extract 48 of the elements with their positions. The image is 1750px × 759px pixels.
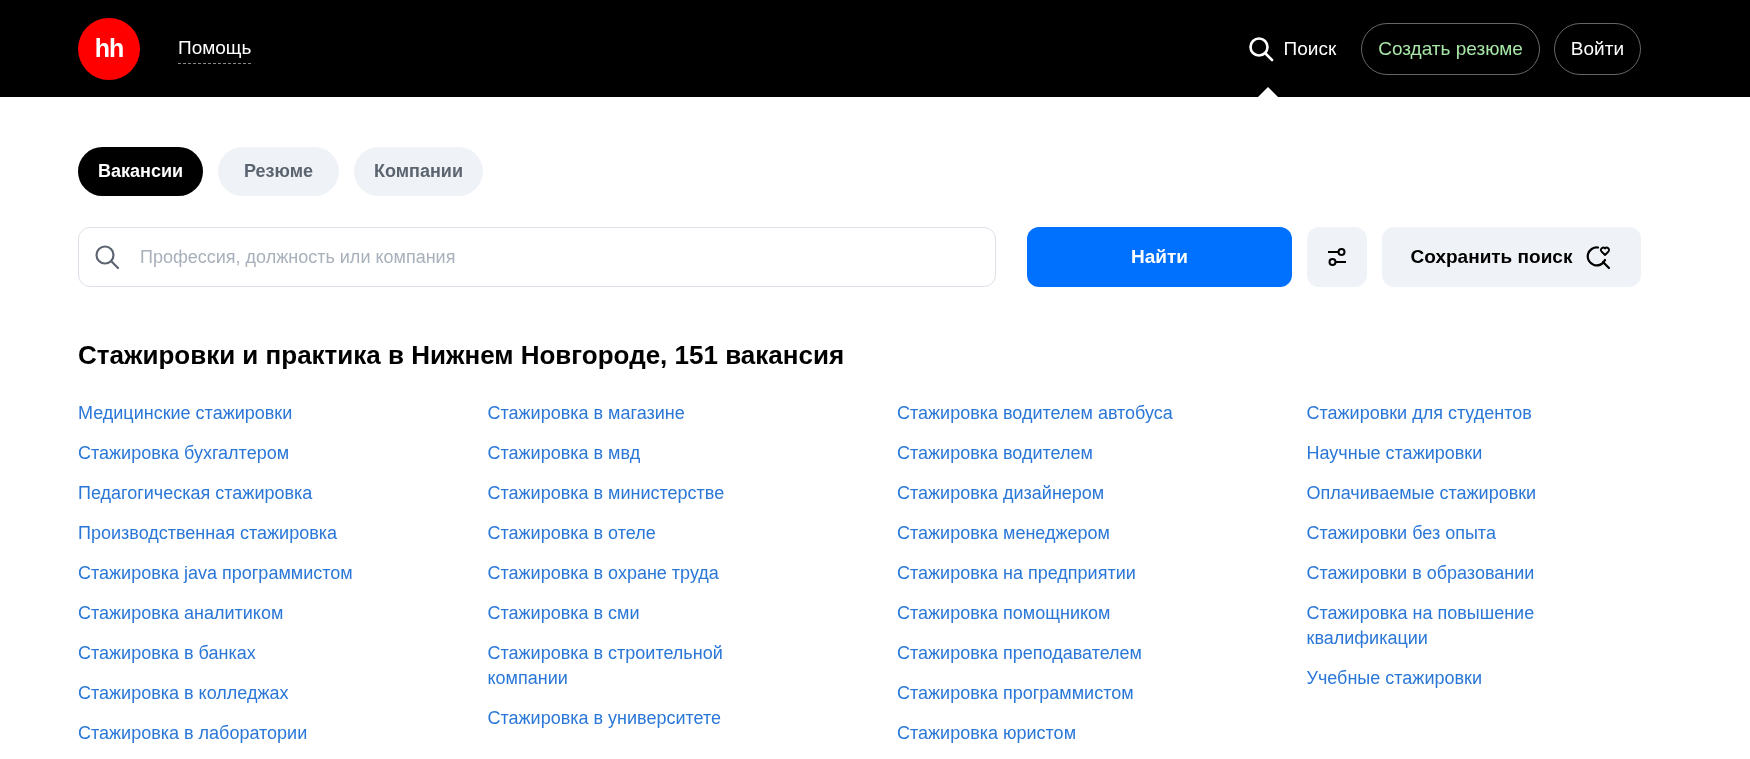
search-icon [94,244,120,270]
search-icon[interactable] [1247,35,1274,62]
tab[interactable]: Вакансии [78,147,204,196]
category-link[interactable]: Научные стажировки [1306,441,1607,466]
category-link[interactable]: Стажировка преподавателем [897,641,1197,666]
category-link[interactable]: Стажировка в мвд [487,441,788,466]
category-link[interactable]: Стажировки без опыта [1306,521,1607,546]
category-link[interactable]: Стажировка менеджером [897,521,1197,546]
search-link[interactable]: Поиск [1283,37,1337,60]
category-link[interactable]: Стажировка в университете [487,706,788,731]
category-link[interactable]: Медицинские стажировки [78,401,378,426]
category-link[interactable]: Стажировка в отеле [487,521,788,546]
category-link[interactable]: Стажировка бухгалтером [78,441,378,466]
category-link[interactable]: Стажировка в сми [487,601,788,626]
category-link[interactable]: Стажировка в банках [78,641,378,666]
category-link[interactable]: Стажировка водителем [897,441,1197,466]
category-link[interactable]: Стажировка дизайнером [897,481,1197,506]
category-link[interactable]: Стажировка в охране труда [487,561,788,586]
category-link[interactable]: Оплачиваемые стажировки [1306,481,1607,506]
category-link[interactable]: Стажировка аналитиком [78,601,378,626]
category-link[interactable]: Стажировка в магазине [487,401,788,426]
save-search-button[interactable]: Сохранить поиск [1382,227,1641,287]
category-link[interactable]: Стажировки в образовании [1306,561,1607,586]
filter-button[interactable] [1307,227,1367,287]
category-link[interactable]: Учебные стажировки [1306,666,1607,691]
category-link[interactable]: Стажировка в колледжах [78,681,378,706]
sliders-icon [1325,245,1349,269]
category-link[interactable]: Стажировка в лаборатории [78,721,378,746]
category-link[interactable]: Стажировка в строительной компании [487,641,788,691]
search-heart-icon [1584,243,1613,271]
tab[interactable]: Компании [354,147,483,196]
category-link[interactable]: Стажировка юристом [897,721,1197,746]
category-link[interactable]: Стажировка java программистом [78,561,378,586]
help-link[interactable]: Помощь [178,37,252,64]
category-link[interactable]: Стажировка программистом [897,681,1197,706]
logo[interactable]: hh [78,17,140,80]
category-link[interactable]: Стажировка помощником [897,601,1197,626]
category-link[interactable]: Стажировка на повышение квалификации [1306,601,1607,651]
page-heading: Стажировки и практика в Нижнем Новгороде, 151 вакансия [78,340,846,371]
category-link[interactable]: Производственная стажировка [78,521,378,546]
category-link[interactable]: Педагогическая стажировка [78,481,378,506]
search-field[interactable]: Профессия, должность или компания [78,227,996,287]
tab[interactable]: Резюме [218,147,340,196]
category-link[interactable]: Стажировка в министерстве [487,481,788,506]
find-button[interactable]: Найти [1027,227,1292,287]
category-link[interactable]: Стажировка на предприятии [897,561,1197,586]
category-link[interactable]: Стажировка водителем автобуса [897,401,1197,426]
category-link[interactable]: Стажировки для студентов [1306,401,1607,426]
